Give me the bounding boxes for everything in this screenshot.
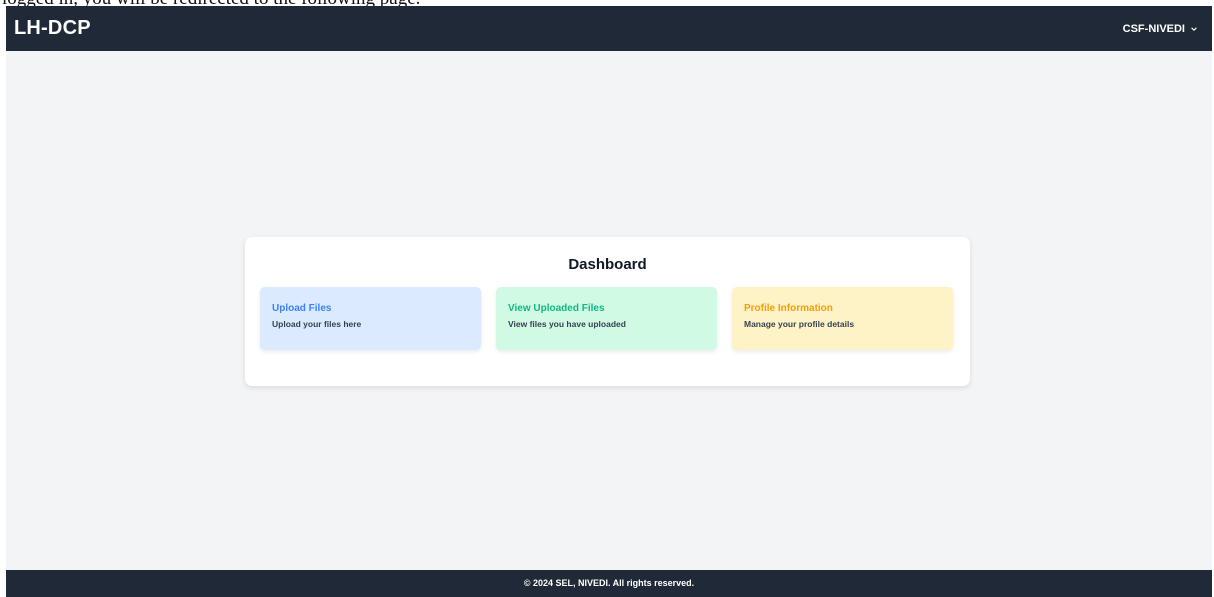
tile-description: Manage your profile details	[744, 319, 855, 329]
top-navbar: LH-DCP CSF-NIVEDI	[6, 6, 1212, 51]
tile-description: View files you have uploaded	[508, 319, 626, 329]
tile-description: Upload your files here	[272, 319, 362, 329]
footer: © 2024 SEL, NIVEDI. All rights reserved.	[6, 570, 1212, 597]
user-name: CSF-NIVEDI	[1122, 22, 1185, 35]
upload-files-tile[interactable]: Upload Files Upload your files here	[260, 287, 481, 350]
user-menu[interactable]: CSF-NIVEDI	[1123, 23, 1198, 35]
dashboard-card: Dashboard Upload Files Upload your files…	[245, 237, 970, 386]
tile-title: Upload Files	[272, 303, 332, 314]
main-content: Dashboard Upload Files Upload your files…	[6, 51, 1212, 570]
dashboard-title: Dashboard	[568, 256, 647, 273]
app-window: LH-DCP CSF-NIVEDI Dashboard Upload Files…	[6, 6, 1212, 597]
tile-title: Profile Information	[744, 303, 833, 314]
view-uploaded-files-tile[interactable]: View Uploaded Files View files you have …	[496, 287, 717, 350]
tile-title: View Uploaded Files	[508, 303, 605, 314]
chevron-down-icon	[1191, 26, 1197, 31]
profile-information-tile[interactable]: Profile Information Manage your profile …	[732, 287, 953, 350]
brand-logo[interactable]: LH-DCP	[14, 17, 91, 40]
